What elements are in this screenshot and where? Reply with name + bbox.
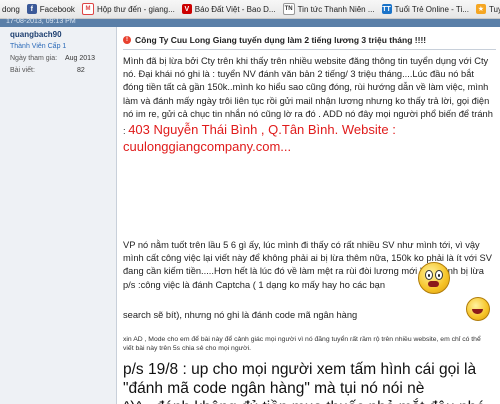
post-paragraph-1: Mình đã bị lừa bởi Cty trên khi thấy trê… (123, 55, 495, 155)
bookmark-label: i dong (0, 4, 20, 14)
join-date-value: Aug 2013 (65, 55, 95, 62)
baodatviet-icon: V (181, 4, 192, 14)
bookmark-label: Facebook (39, 4, 75, 14)
shocked-smiley-icon (418, 262, 450, 294)
bookmark-label: Tuổi Trẻ Online - Ti... (394, 4, 469, 14)
post-count: Bài viết: 82 (10, 67, 85, 74)
post-content: ! Công Ty Cuu Long Giang tuyển dụng làm … (117, 27, 500, 404)
post-count-value: 82 (77, 67, 85, 74)
bookmark-tuoitre[interactable]: TT Tuổi Trẻ Online - Ti... (381, 4, 469, 14)
post-header-strip: 17-08-2013, 09:13 PM (0, 18, 500, 27)
join-date: Ngày tham gia: Aug 2013 (10, 55, 95, 62)
bookmark-label: Báo Đất Việt - Bao D... (194, 4, 276, 14)
thanhnien-icon: TN (282, 3, 295, 15)
bookmark-label: Tuyển Bi (488, 4, 500, 14)
post-date: 17-08-2013, 09:13 PM (6, 18, 76, 25)
username-link[interactable]: quangbach90 (10, 30, 62, 39)
bookmarks-bar: i dong f Facebook M Hộp thư đến - giang...… (0, 0, 500, 19)
user-rank: Thành Viên Cấp 1 (10, 43, 67, 50)
post-title: ! Công Ty Cuu Long Giang tuyển dụng làm … (123, 35, 496, 45)
join-date-label: Ngày tham gia: (10, 55, 58, 62)
post-paragraph-3-text: p/s :công việc là đánh Captcha ( 1 dạng … (123, 279, 386, 290)
post-count-label: Bài viết: (10, 67, 35, 74)
bookmark-label: Hộp thư đến - giang... (96, 4, 175, 14)
gmail-icon: M (81, 3, 94, 15)
bookmark-tuyenbi[interactable]: ★Tuyển Bi (475, 4, 500, 14)
laughing-smiley-icon (466, 297, 490, 321)
user-panel: quangbach90 Thành Viên Cấp 1 Ngày tham g… (0, 27, 117, 404)
company-website: cuulonggiangcompany.com... (123, 139, 292, 155)
bookmark-gmail[interactable]: M Hộp thư đến - giang... (81, 3, 175, 15)
company-address: 403 Nguyễn Thái Bình , Q.Tân Bình. Websi… (128, 122, 396, 138)
warning-icon: ! (123, 36, 131, 44)
facebook-icon: f (26, 4, 37, 14)
bookmark-facebook[interactable]: f Facebook (26, 4, 75, 14)
search-line: search sẽ bít), nhưng nó ghi là đánh cod… (123, 310, 358, 320)
bookmark-label: Tin tức Thanh Niên ... (297, 4, 375, 14)
admin-note: xin AD , Mode cho em để bài này để cảnh … (123, 336, 481, 352)
star-icon: ★ (475, 4, 486, 14)
bookmark-thanhnien[interactable]: TN Tin tức Thanh Niên ... (282, 3, 375, 15)
title-divider (123, 49, 496, 50)
tuoitre-icon: TT (381, 4, 392, 14)
postscript-update: p/s 19/8 : up cho mọi người xem tấm hình… (123, 361, 485, 404)
bookmark-item[interactable]: i dong (0, 5, 20, 14)
post-title-text: Công Ty Cuu Long Giang tuyển dụng làm 2 … (135, 35, 427, 45)
bookmark-baodatviet[interactable]: V Báo Đất Việt - Bao D... (181, 4, 276, 14)
